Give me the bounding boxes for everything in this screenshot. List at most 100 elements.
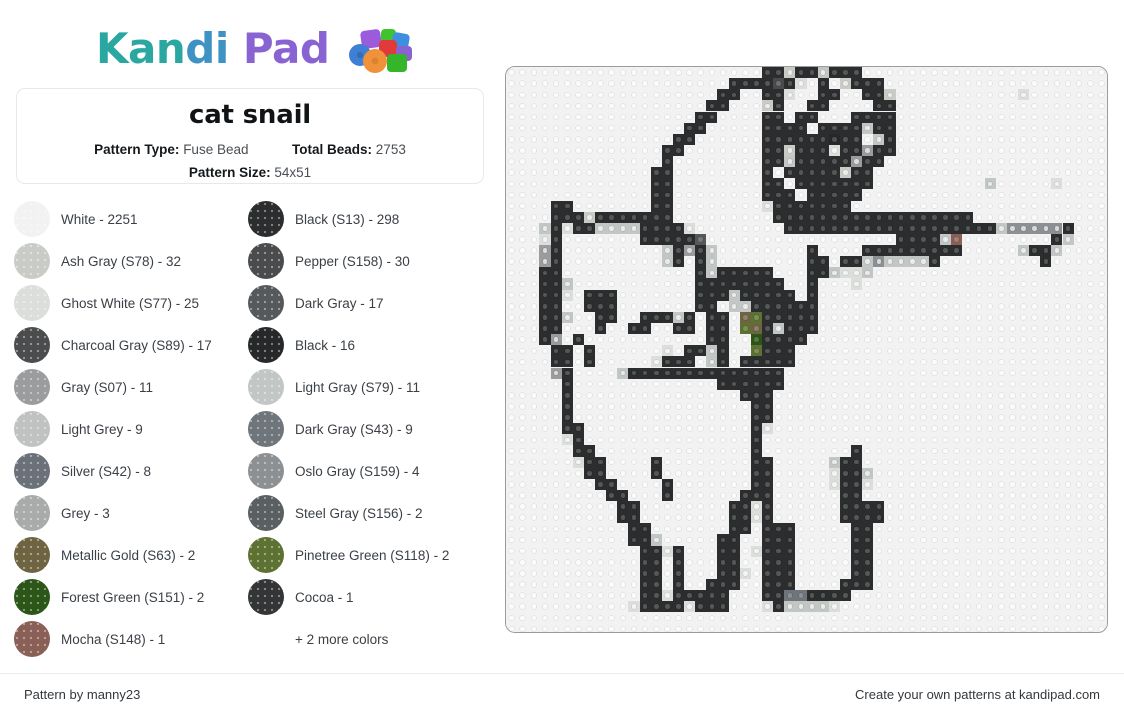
bead-cell[interactable]: [606, 145, 617, 156]
bead-cell[interactable]: [740, 123, 751, 134]
bead-cell[interactable]: [762, 312, 773, 323]
bead-cell[interactable]: [873, 379, 884, 390]
bead-cell[interactable]: [717, 512, 728, 523]
bead-cell[interactable]: [617, 201, 628, 212]
bead-cell[interactable]: [740, 278, 751, 289]
bead-cell[interactable]: [940, 67, 951, 78]
bead-cell[interactable]: [706, 189, 717, 200]
bead-cell[interactable]: [962, 178, 973, 189]
bead-cell[interactable]: [784, 490, 795, 501]
bead-cell[interactable]: [595, 167, 606, 178]
bead-cell[interactable]: [1096, 301, 1107, 312]
bead-cell[interactable]: [551, 156, 562, 167]
bead-cell[interactable]: [617, 267, 628, 278]
bead-cell[interactable]: [762, 479, 773, 490]
bead-cell[interactable]: [706, 178, 717, 189]
bead-cell[interactable]: [651, 267, 662, 278]
bead-cell[interactable]: [795, 89, 806, 100]
bead-cell[interactable]: [851, 245, 862, 256]
bead-cell[interactable]: [985, 557, 996, 568]
bead-cell[interactable]: [673, 290, 684, 301]
bead-cell[interactable]: [907, 267, 918, 278]
bead-cell[interactable]: [1029, 212, 1040, 223]
bead-cell[interactable]: [907, 534, 918, 545]
bead-cell[interactable]: [829, 100, 840, 111]
bead-cell[interactable]: [762, 178, 773, 189]
bead-cell[interactable]: [784, 412, 795, 423]
bead-cell[interactable]: [851, 100, 862, 111]
bead-cell[interactable]: [884, 67, 895, 78]
bead-cell[interactable]: [740, 557, 751, 568]
bead-cell[interactable]: [595, 379, 606, 390]
bead-cell[interactable]: [640, 167, 651, 178]
bead-cell[interactable]: [695, 523, 706, 534]
bead-cell[interactable]: [907, 356, 918, 367]
bead-cell[interactable]: [862, 256, 873, 267]
bead-cell[interactable]: [640, 301, 651, 312]
bead-cell[interactable]: [506, 223, 517, 234]
bead-cell[interactable]: [1085, 457, 1096, 468]
bead-cell[interactable]: [640, 512, 651, 523]
bead-cell[interactable]: [784, 568, 795, 579]
bead-cell[interactable]: [684, 301, 695, 312]
bead-cell[interactable]: [1063, 534, 1074, 545]
bead-cell[interactable]: [628, 145, 639, 156]
bead-cell[interactable]: [640, 468, 651, 479]
bead-cell[interactable]: [573, 267, 584, 278]
bead-cell[interactable]: [896, 412, 907, 423]
bead-cell[interactable]: [506, 256, 517, 267]
bead-cell[interactable]: [562, 167, 573, 178]
bead-cell[interactable]: [740, 145, 751, 156]
bead-cell[interactable]: [517, 67, 528, 78]
bead-cell[interactable]: [573, 278, 584, 289]
bead-cell[interactable]: [929, 167, 940, 178]
bead-cell[interactable]: [1029, 301, 1040, 312]
bead-cell[interactable]: [640, 123, 651, 134]
bead-cell[interactable]: [695, 401, 706, 412]
bead-cell[interactable]: [896, 123, 907, 134]
bead-cell[interactable]: [762, 457, 773, 468]
bead-cell[interactable]: [985, 301, 996, 312]
bead-cell[interactable]: [562, 523, 573, 534]
bead-cell[interactable]: [873, 312, 884, 323]
bead-cell[interactable]: [1051, 301, 1062, 312]
bead-cell[interactable]: [673, 312, 684, 323]
bead-cell[interactable]: [1096, 334, 1107, 345]
bead-cell[interactable]: [528, 112, 539, 123]
bead-cell[interactable]: [940, 100, 951, 111]
bead-cell[interactable]: [862, 434, 873, 445]
bead-cell[interactable]: [695, 189, 706, 200]
legend-item[interactable]: Pepper (S158) - 30: [248, 240, 494, 282]
bead-cell[interactable]: [996, 546, 1007, 557]
bead-cell[interactable]: [884, 290, 895, 301]
bead-cell[interactable]: [551, 412, 562, 423]
bead-cell[interactable]: [706, 278, 717, 289]
bead-cell[interactable]: [1096, 501, 1107, 512]
bead-cell[interactable]: [940, 368, 951, 379]
bead-cell[interactable]: [528, 256, 539, 267]
bead-cell[interactable]: [662, 189, 673, 200]
bead-cell[interactable]: [773, 557, 784, 568]
bead-cell[interactable]: [740, 78, 751, 89]
bead-cell[interactable]: [1074, 178, 1085, 189]
bead-cell[interactable]: [795, 468, 806, 479]
bead-cell[interactable]: [840, 112, 851, 123]
bead-cell[interactable]: [740, 468, 751, 479]
bead-cell[interactable]: [573, 290, 584, 301]
bead-cell[interactable]: [918, 178, 929, 189]
bead-cell[interactable]: [740, 156, 751, 167]
bead-cell[interactable]: [1051, 223, 1062, 234]
bead-cell[interactable]: [862, 234, 873, 245]
bead-cell[interactable]: [717, 356, 728, 367]
bead-cell[interactable]: [1051, 356, 1062, 367]
bead-cell[interactable]: [1063, 89, 1074, 100]
bead-cell[interactable]: [1040, 312, 1051, 323]
bead-cell[interactable]: [606, 212, 617, 223]
bead-cell[interactable]: [1018, 501, 1029, 512]
bead-cell[interactable]: [773, 245, 784, 256]
bead-cell[interactable]: [773, 223, 784, 234]
bead-cell[interactable]: [996, 78, 1007, 89]
bead-cell[interactable]: [784, 368, 795, 379]
bead-cell[interactable]: [562, 245, 573, 256]
bead-cell[interactable]: [517, 134, 528, 145]
